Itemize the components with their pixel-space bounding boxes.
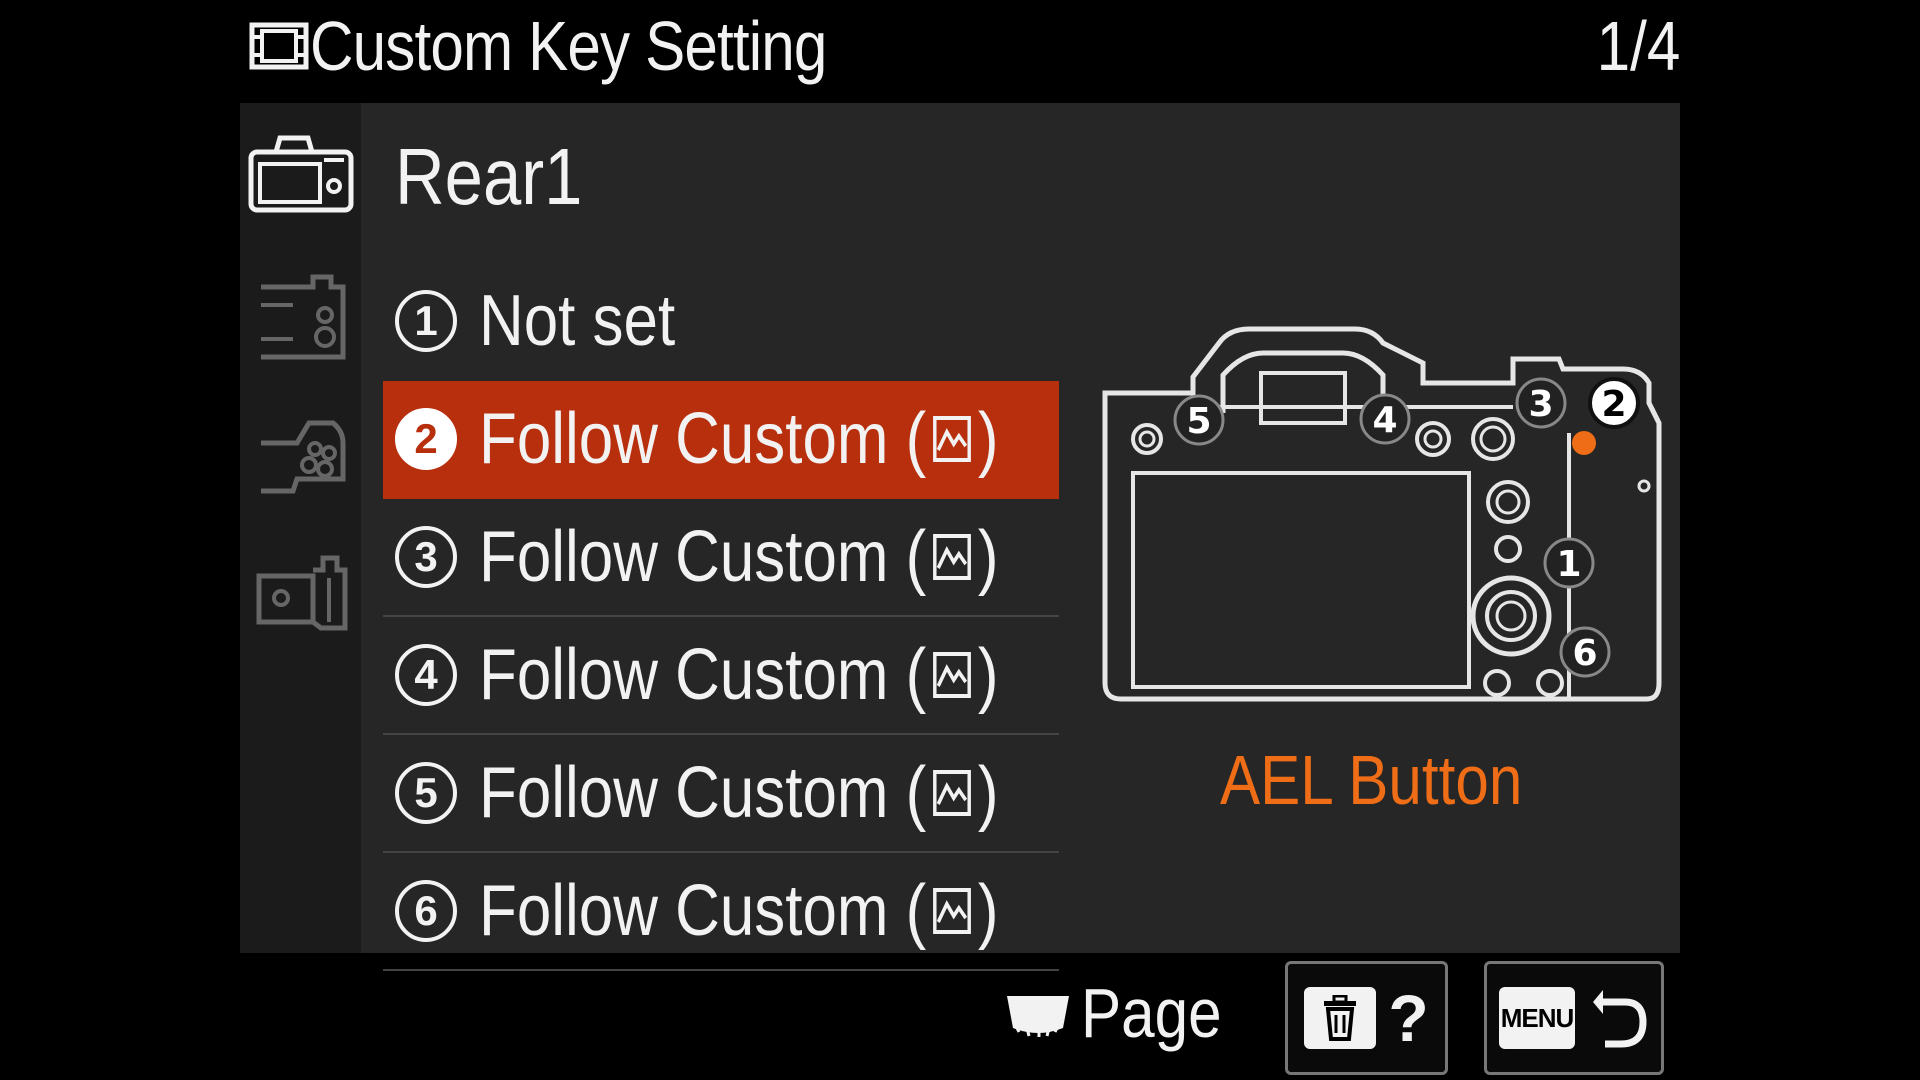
footer: Page ? MENU — [0, 953, 1920, 1080]
badge-6: 6 — [1559, 626, 1611, 678]
badge-1: 1 — [1543, 537, 1595, 589]
menu-item-label: Follow Custom ( — [479, 753, 927, 833]
selected-button-name: AEL Button — [1220, 741, 1523, 819]
camera-front-lens-icon — [256, 555, 347, 631]
badge-2: 2 — [1588, 377, 1640, 429]
title-wrap: Custom Key Setting — [248, 6, 911, 86]
page-title: Custom Key Setting — [310, 7, 827, 85]
number-badge: 3 — [395, 526, 457, 588]
help-label: ? — [1388, 981, 1429, 1055]
back-button[interactable]: MENU — [1484, 961, 1664, 1075]
tab-side[interactable] — [240, 243, 361, 383]
menu-key-label: MENU — [1499, 987, 1575, 1049]
badge-5-label: 5 — [1186, 401, 1211, 442]
tab-grip[interactable] — [240, 383, 361, 523]
tab-rear[interactable] — [240, 103, 361, 243]
badge-5: 5 — [1173, 394, 1225, 446]
number-badge: 4 — [395, 644, 457, 706]
camera-rear-icon — [248, 135, 353, 213]
help-button[interactable]: ? — [1285, 961, 1448, 1075]
page-indicator: 1/4 — [1596, 7, 1680, 85]
menu-item-3[interactable]: 3 Follow Custom ( ) — [383, 499, 1059, 617]
trash-chip — [1304, 987, 1377, 1049]
sidebar — [240, 103, 361, 953]
menu-item-label: Follow Custom ( — [479, 399, 927, 479]
badge-3-label: 3 — [1528, 384, 1553, 425]
menu-item-label: Not set — [479, 281, 676, 361]
badge-4: 4 — [1359, 393, 1411, 445]
tab-front[interactable] — [240, 523, 361, 663]
page-hint: Page — [1003, 973, 1244, 1053]
still-image-icon — [933, 534, 972, 580]
menu-item-label: Follow Custom ( — [479, 517, 927, 597]
menu-item-suffix: ) — [977, 753, 999, 833]
camera-side-icon — [260, 274, 345, 360]
number-badge: 2 — [395, 408, 457, 470]
page-label: Page — [1081, 974, 1222, 1052]
return-arrow-icon — [1593, 990, 1647, 1048]
still-image-icon — [933, 652, 972, 698]
number-badge: 1 — [395, 290, 457, 352]
camera-grip-icon — [260, 420, 345, 494]
menu-item-label: Follow Custom ( — [479, 871, 927, 951]
trash-icon — [1324, 995, 1357, 1041]
menu-item-5[interactable]: 5 Follow Custom ( ) — [383, 735, 1059, 853]
still-image-icon — [933, 770, 972, 816]
menu-item-suffix: ) — [977, 871, 999, 951]
menu-item-label: Follow Custom ( — [479, 635, 927, 715]
header: Custom Key Setting 1/4 — [240, 0, 1680, 100]
menu-item-suffix: ) — [977, 635, 999, 715]
menu-list: 1 Not set 2 Follow Custom ( ) 3 Follow C… — [383, 263, 1059, 971]
camera-diagram: 5 4 3 2 1 6 — [1102, 326, 1662, 702]
number-badge: 6 — [395, 880, 457, 942]
menu-item-1[interactable]: 1 Not set — [383, 263, 1059, 381]
badge-1-label: 1 — [1556, 544, 1581, 585]
ael-button-indicator — [1572, 431, 1596, 455]
menu-item-4[interactable]: 4 Follow Custom ( ) — [383, 617, 1059, 735]
movie-frame-icon — [249, 22, 309, 70]
menu-item-suffix: ) — [977, 399, 999, 479]
section-title: Rear1 — [395, 132, 583, 221]
still-image-icon — [933, 888, 972, 934]
badge-3: 3 — [1515, 377, 1567, 429]
badge-6-label: 6 — [1572, 633, 1597, 674]
control-wheel-icon — [1007, 996, 1069, 1037]
menu-item-2[interactable]: 2 Follow Custom ( ) — [383, 381, 1059, 499]
main-panel: Rear1 1 Not set 2 Follow Custom ( ) 3 Fo… — [240, 103, 1680, 971]
menu-item-suffix: ) — [977, 517, 999, 597]
badge-4-label: 4 — [1372, 400, 1397, 441]
number-badge: 5 — [395, 762, 457, 824]
badge-2-label: 2 — [1601, 384, 1626, 425]
still-image-icon — [933, 416, 972, 462]
